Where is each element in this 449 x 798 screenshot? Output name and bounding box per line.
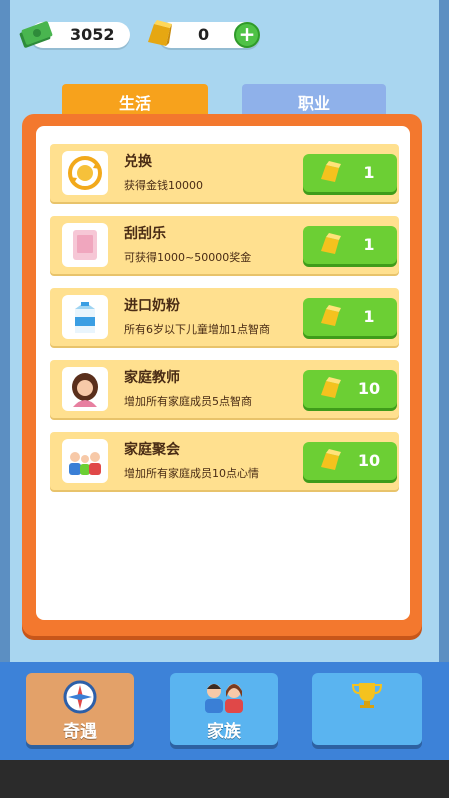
item-title: 刮刮乐 (124, 226, 166, 242)
add-gold-button[interactable]: + (234, 22, 260, 48)
item-title: 家庭聚会 (124, 442, 180, 458)
nav-family-button[interactable]: 家族 (170, 673, 278, 745)
list-item: 兑换 获得金钱10000 1 (50, 144, 399, 202)
system-bottom-bar (0, 760, 449, 798)
buy-price: 10 (357, 379, 381, 398)
item-description: 获得金钱10000 (124, 179, 203, 192)
compass-icon (63, 680, 97, 714)
coin-exchange-icon (68, 156, 102, 190)
gold-bar-icon (321, 161, 341, 182)
trophy-icon (351, 683, 383, 708)
family-gathering-icon (69, 452, 101, 475)
item-description: 所有6岁以下儿童增加1点智商 (124, 323, 270, 336)
item-title: 进口奶粉 (124, 298, 180, 314)
buy-price: 1 (363, 307, 375, 326)
gold-bar-icon (321, 233, 341, 254)
money-value: 3052 (70, 25, 115, 44)
item-icon-box (62, 151, 108, 195)
nav-encounter-button[interactable]: 奇遇 (26, 673, 134, 745)
buy-button[interactable]: 1 (303, 226, 397, 264)
nav-label: 家族 (207, 722, 241, 742)
item-icon-box (62, 439, 108, 483)
buy-price: 1 (363, 163, 375, 182)
item-description: 增加所有家庭成员5点智商 (124, 395, 252, 408)
list-item: 刮刮乐 可获得1000~50000奖金 1 (50, 216, 399, 274)
buy-button[interactable]: 1 (303, 154, 397, 192)
buy-button[interactable]: 1 (303, 298, 397, 336)
buy-button[interactable]: 10 (303, 370, 397, 408)
item-icon-box (62, 367, 108, 411)
scratch-card-icon (73, 230, 97, 260)
item-title: 家庭教师 (124, 370, 180, 386)
list-item: 家庭聚会 增加所有家庭成员10点心情 10 (50, 432, 399, 490)
milk-carton-icon (75, 302, 95, 333)
gold-bar-icon (321, 305, 341, 326)
item-title: 兑换 (124, 154, 152, 170)
item-icon-box (62, 295, 108, 339)
buy-price: 1 (363, 235, 375, 254)
gold-value: 0 (198, 25, 210, 44)
teacher-avatar-icon (72, 373, 98, 407)
list-item: 进口奶粉 所有6岁以下儿童增加1点智商 1 (50, 288, 399, 346)
list-item: 家庭教师 增加所有家庭成员5点智商 10 (50, 360, 399, 418)
money-stack-icon (19, 21, 53, 48)
nav-label: 奇遇 (63, 722, 97, 742)
buy-price: 10 (357, 451, 381, 470)
nav-rank-button[interactable] (312, 673, 422, 745)
item-description: 增加所有家庭成员10点心情 (124, 467, 259, 480)
item-description: 可获得1000~50000奖金 (124, 251, 252, 264)
item-icon-box (62, 223, 108, 267)
gold-bar-icon (321, 377, 341, 398)
family-icon (205, 684, 243, 713)
gold-bar-icon (148, 20, 172, 46)
gold-bar-icon (321, 449, 341, 470)
buy-button[interactable]: 10 (303, 442, 397, 480)
